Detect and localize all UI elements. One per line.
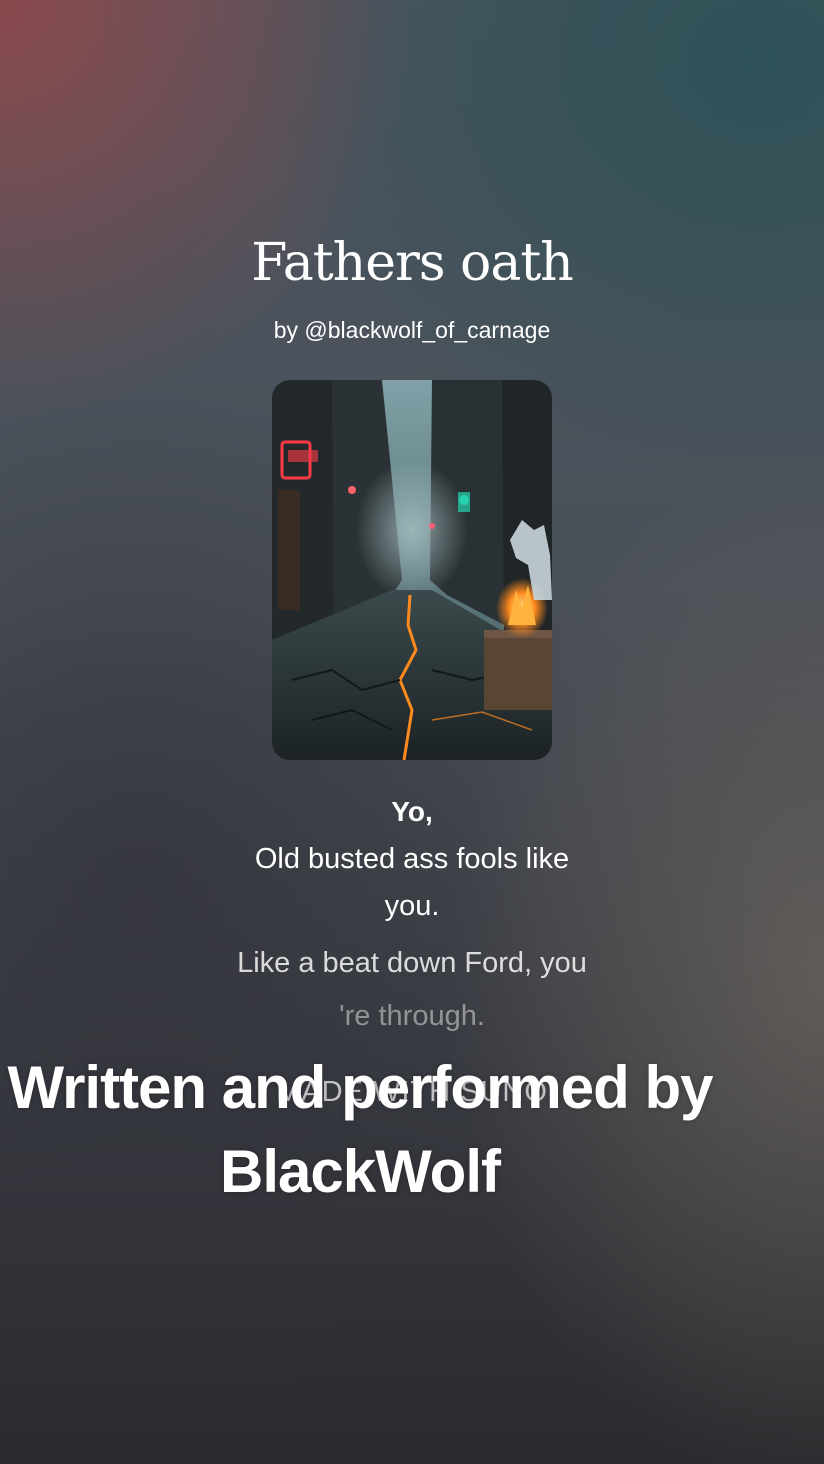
lyric-line: Like a beat down Ford, you: [237, 947, 587, 979]
lyrics-panel: Yo, Old busted ass fools like you. Like …: [212, 790, 612, 1050]
song-title: Fathers oath: [251, 233, 573, 293]
lyric-line: 're through.: [339, 1000, 485, 1032]
video-caption: Written and performed by BlackWolf: [0, 1046, 720, 1214]
cover-art: [272, 380, 552, 760]
lyric-heading: Yo,: [391, 796, 433, 827]
cover-art-image: [272, 380, 552, 760]
caption-line-2: BlackWolf: [220, 1138, 501, 1205]
lyric-line: Old busted ass fools like you.: [254, 843, 570, 922]
song-page: Fathers oath by @blackwolf_of_carnage Yo…: [0, 0, 824, 1464]
caption-line-1: Written and performed by: [7, 1054, 714, 1121]
song-author[interactable]: by @blackwolf_of_carnage: [0, 314, 824, 346]
